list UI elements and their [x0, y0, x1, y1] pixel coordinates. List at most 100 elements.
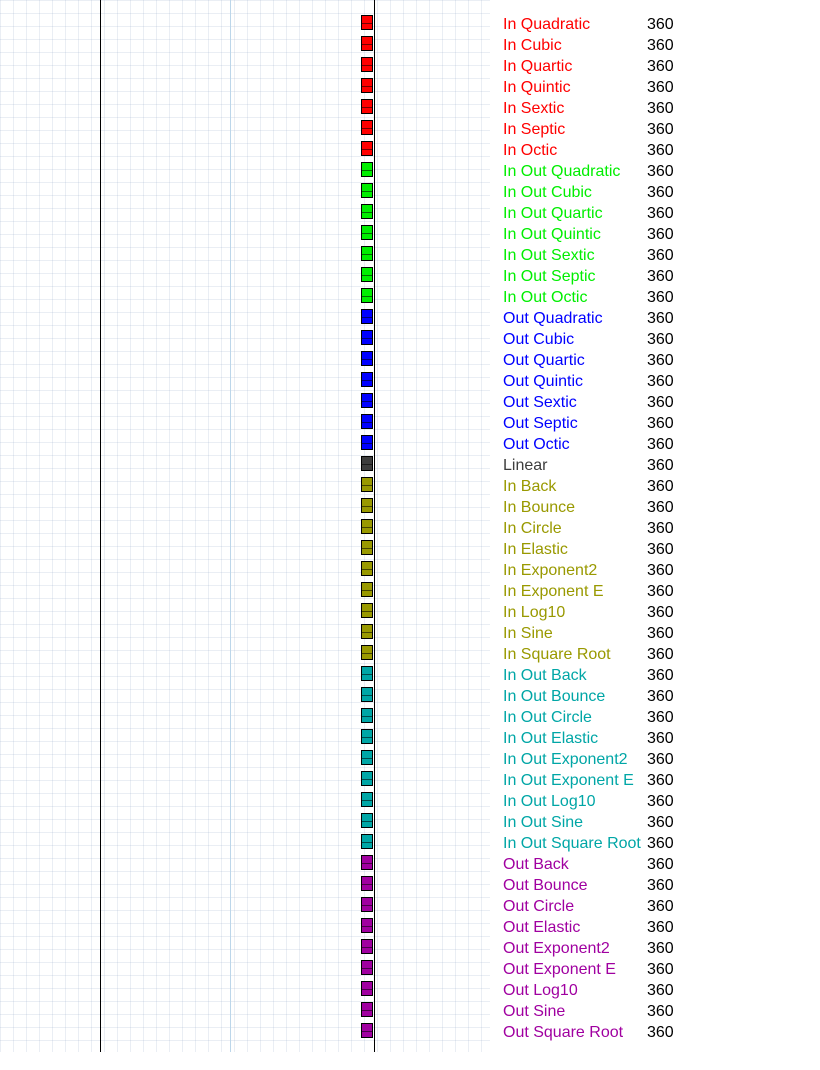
easing-label: Out Exponent2: [503, 940, 610, 957]
easing-value: 360: [647, 142, 674, 159]
easing-marker: [361, 225, 373, 240]
list-item: In Quartic 360: [503, 56, 803, 77]
easing-marker: [361, 855, 373, 870]
easing-value: 360: [647, 793, 674, 810]
easing-marker: [361, 15, 373, 30]
easing-label: Out Exponent E: [503, 961, 616, 978]
easing-value: 360: [647, 478, 674, 495]
easing-marker: [361, 267, 373, 282]
easing-value: 360: [647, 205, 674, 222]
easing-marker: [361, 771, 373, 786]
mid-guide-line: [230, 0, 231, 1052]
easing-marker: [361, 435, 373, 450]
list-item: In Out Bounce 360: [503, 686, 803, 707]
easing-marker: [361, 288, 373, 303]
list-item: In Exponent E 360: [503, 581, 803, 602]
easing-marker: [361, 120, 373, 135]
easing-value: 360: [647, 226, 674, 243]
easing-marker: [361, 1023, 373, 1038]
list-item: In Out Exponent E 360: [503, 770, 803, 791]
easing-marker: [361, 981, 373, 996]
easing-marker: [361, 582, 373, 597]
easing-value: 360: [647, 856, 674, 873]
list-item: In Out Septic 360: [503, 266, 803, 287]
easing-marker: [361, 708, 373, 723]
easing-marker: [361, 687, 373, 702]
easing-label: In Log10: [503, 604, 566, 621]
easing-value: 360: [647, 457, 674, 474]
easing-label: In Out Log10: [503, 793, 596, 810]
easing-value: 360: [647, 394, 674, 411]
list-item: Out Cubic 360: [503, 329, 803, 350]
easing-label: In Out Sine: [503, 814, 584, 831]
list-item: In Septic 360: [503, 119, 803, 140]
list-item: In Octic 360: [503, 140, 803, 161]
easing-label: In Square Root: [503, 646, 611, 663]
easing-label: Out Square Root: [503, 1024, 624, 1041]
list-item: Out Sine 360: [503, 1001, 803, 1022]
easing-value: 360: [647, 100, 674, 117]
easing-marker: [361, 309, 373, 324]
easing-value: 360: [647, 940, 674, 957]
list-item: Out Elastic 360: [503, 917, 803, 938]
list-item: In Out Log10 360: [503, 791, 803, 812]
easing-label: Out Octic: [503, 436, 570, 453]
easing-label: Out Cubic: [503, 331, 575, 348]
easing-label: Out Bounce: [503, 877, 588, 894]
easing-marker: [361, 393, 373, 408]
list-item: In Sine 360: [503, 623, 803, 644]
easing-label: In Bounce: [503, 499, 576, 516]
easing-label: In Quintic: [503, 79, 571, 96]
list-item: In Elastic 360: [503, 539, 803, 560]
easing-marker: [361, 456, 373, 471]
easing-value: 360: [647, 919, 674, 936]
list-item: In Out Sextic 360: [503, 245, 803, 266]
easing-marker: [361, 57, 373, 72]
easing-label: In Out Back: [503, 667, 587, 684]
easing-value: 360: [647, 520, 674, 537]
easing-marker: [361, 36, 373, 51]
easing-marker: [361, 645, 373, 660]
easing-value: 360: [647, 814, 674, 831]
easing-value: 360: [647, 121, 674, 138]
easing-value: 360: [647, 583, 674, 600]
easing-label: In Elastic: [503, 541, 568, 558]
easing-label: In Out Exponent2: [503, 751, 628, 768]
easing-marker: [361, 330, 373, 345]
easing-label: In Out Exponent E: [503, 772, 634, 789]
easing-value: 360: [647, 352, 674, 369]
easing-value: 360: [647, 37, 674, 54]
easing-label: In Octic: [503, 142, 558, 159]
easing-value: 360: [647, 730, 674, 747]
easing-label: In Out Septic: [503, 268, 596, 285]
list-item: In Exponent2 360: [503, 560, 803, 581]
list-item: In Out Back 360: [503, 665, 803, 686]
list-item: In Out Sine 360: [503, 812, 803, 833]
easing-label: In Out Sextic: [503, 247, 595, 264]
list-item: Out Square Root 360: [503, 1022, 803, 1043]
easing-value: 360: [647, 835, 674, 852]
easing-label: In Out Circle: [503, 709, 592, 726]
list-item: In Bounce 360: [503, 497, 803, 518]
easing-value: 360: [647, 1003, 674, 1020]
easing-marker: [361, 372, 373, 387]
easing-marker: [361, 141, 373, 156]
easing-label: Out Quartic: [503, 352, 585, 369]
end-line: [374, 0, 375, 1052]
list-item: In Out Quartic 360: [503, 203, 803, 224]
list-item: Out Septic 360: [503, 413, 803, 434]
easing-marker: [361, 561, 373, 576]
easing-label: Out Log10: [503, 982, 578, 999]
easing-value: 360: [647, 877, 674, 894]
easing-value: 360: [647, 58, 674, 75]
easing-value: 360: [647, 289, 674, 306]
easing-label: In Back: [503, 478, 557, 495]
easing-marker: [361, 960, 373, 975]
easing-marker: [361, 477, 373, 492]
easing-value: 360: [647, 772, 674, 789]
easing-label: In Out Octic: [503, 289, 588, 306]
list-item: Out Quadratic 360: [503, 308, 803, 329]
easing-marker: [361, 498, 373, 513]
easing-value: 360: [647, 79, 674, 96]
easing-label: In Quadratic: [503, 16, 591, 33]
